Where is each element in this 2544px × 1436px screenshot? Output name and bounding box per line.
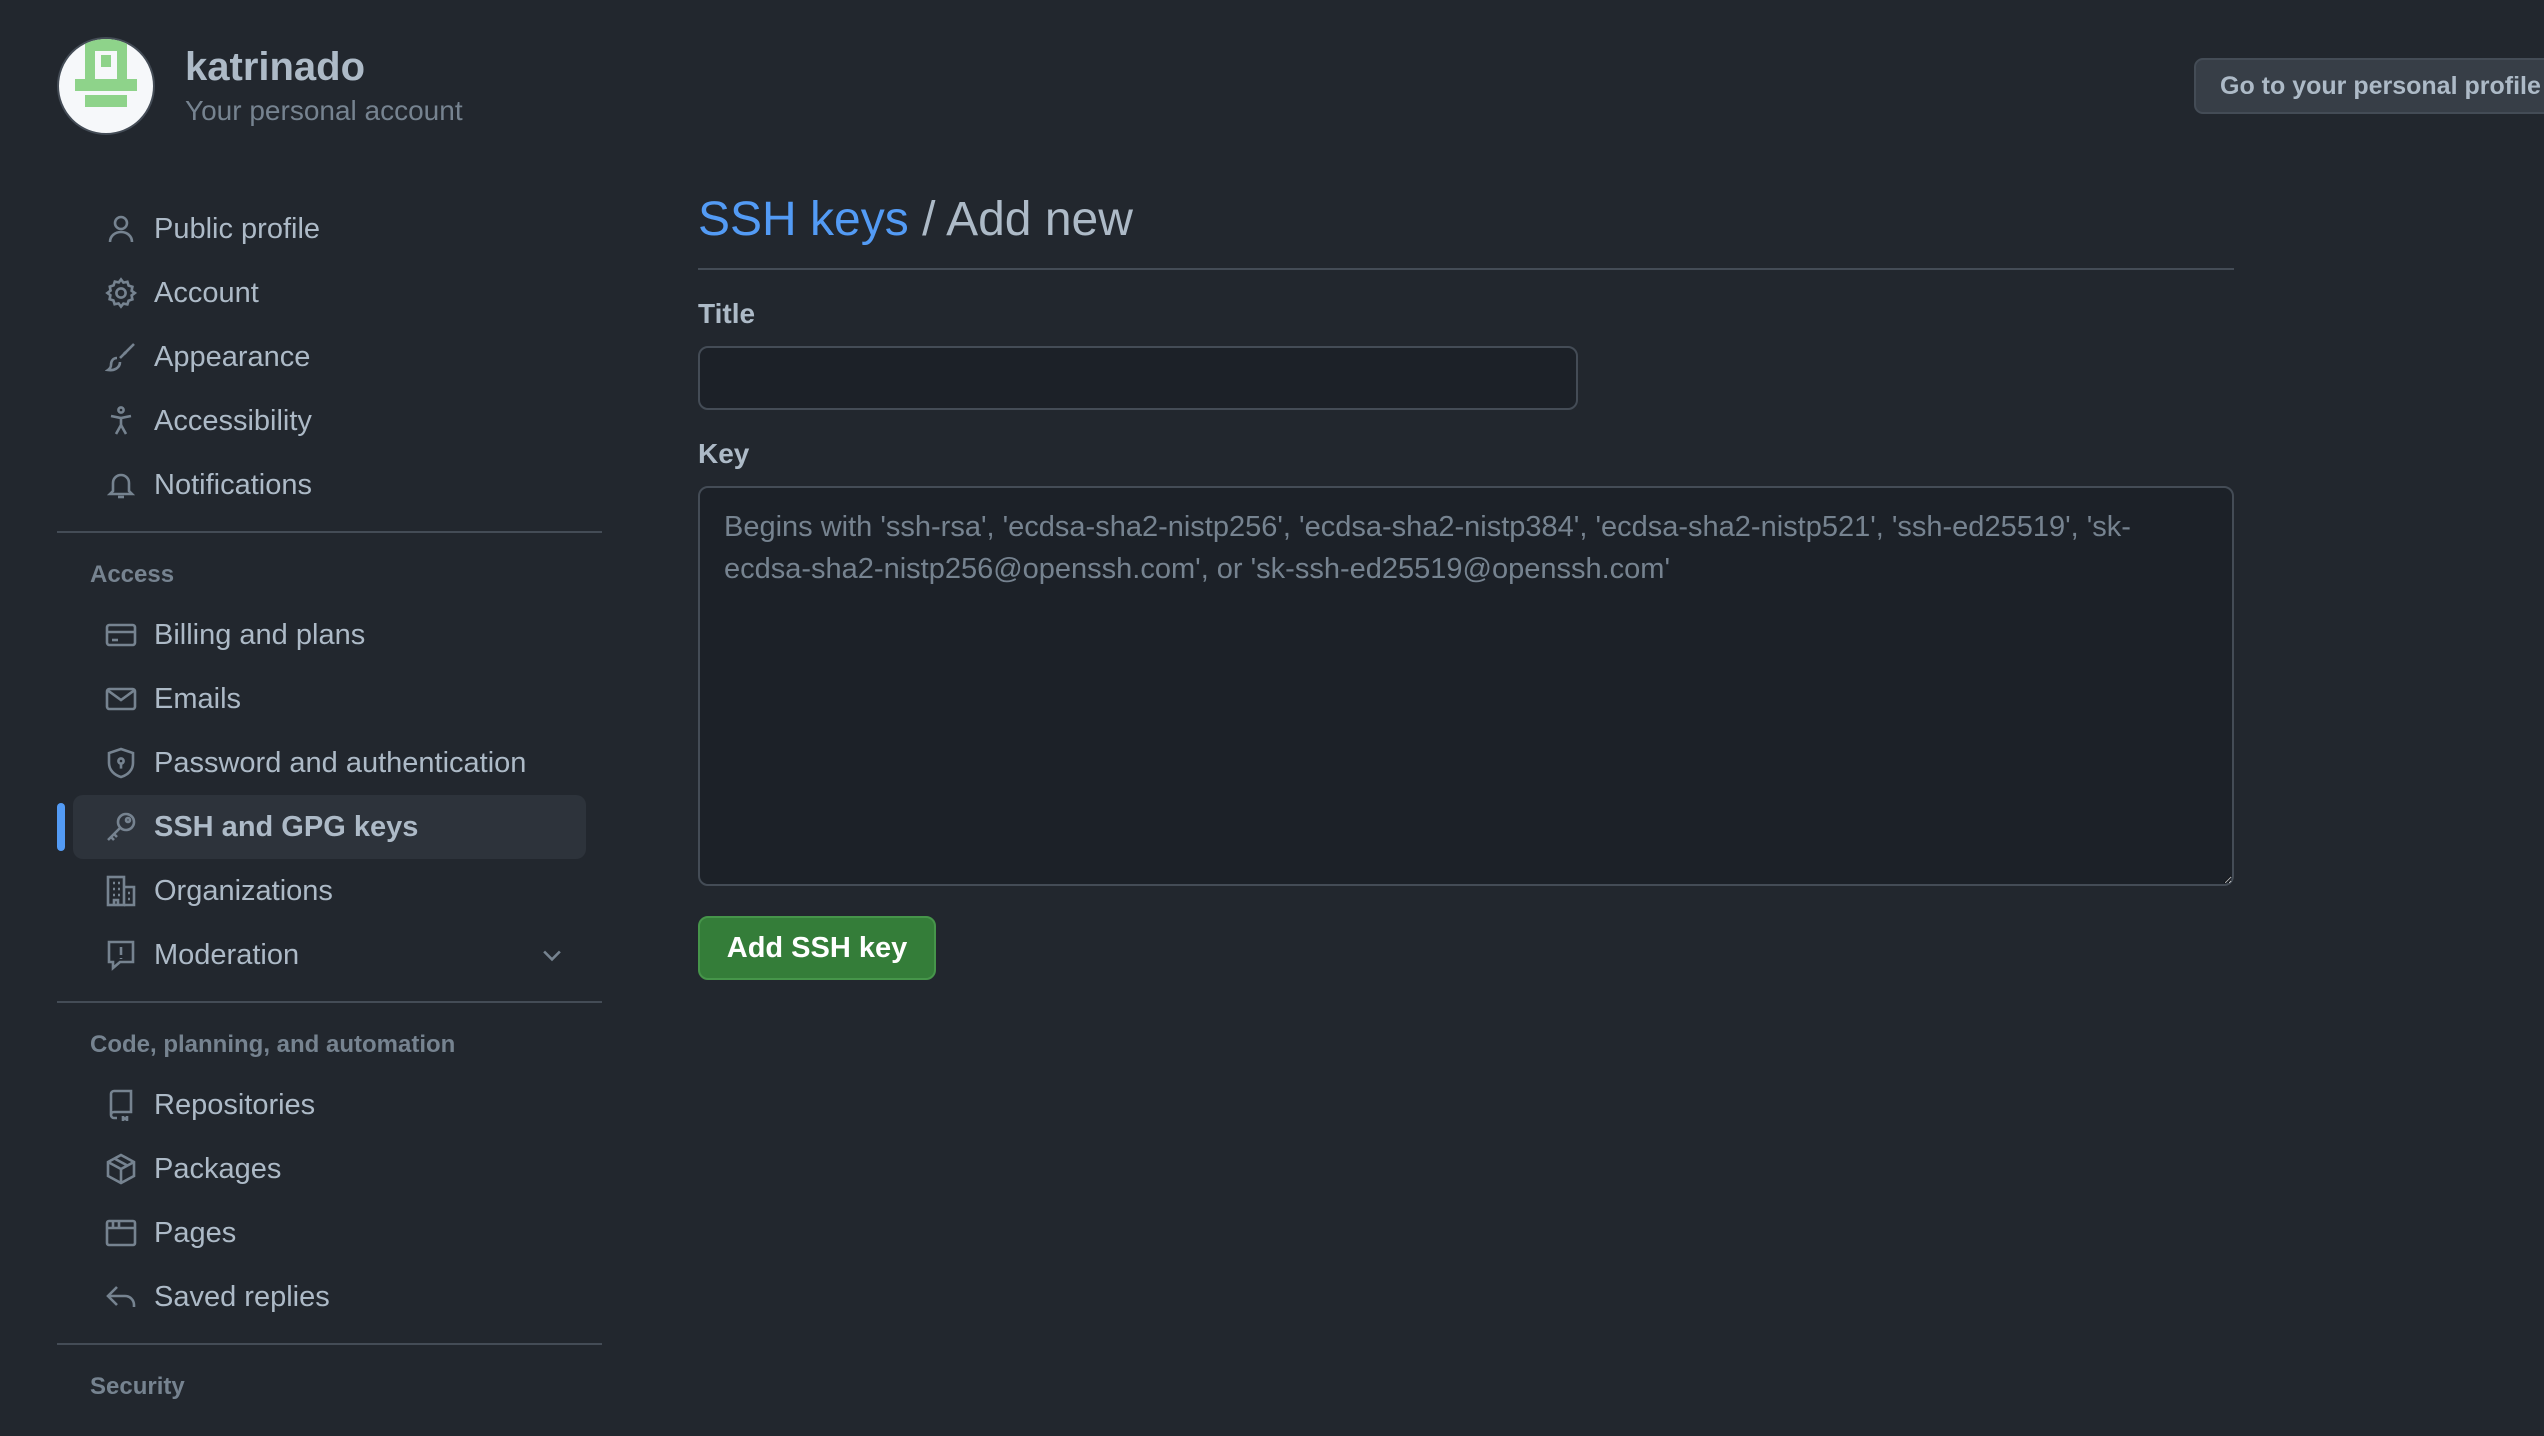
account-name[interactable]: katrinado [185, 43, 463, 91]
sidebar-divider [57, 1001, 602, 1003]
sidebar-item-repositories[interactable]: Repositories [73, 1073, 586, 1137]
sidebar-item-label: Billing and plans [154, 618, 366, 651]
repo-icon [105, 1089, 137, 1121]
sidebar-item-pages[interactable]: Pages [73, 1201, 586, 1265]
sidebar-item-account[interactable]: Account [73, 261, 586, 325]
sidebar-item-notifications[interactable]: Notifications [73, 453, 586, 517]
sidebar-item-saved-replies[interactable]: Saved replies [73, 1265, 586, 1329]
sidebar-item-label: Pages [154, 1216, 237, 1249]
go-to-profile-button[interactable]: Go to your personal profile [2194, 58, 2544, 114]
breadcrumb-ssh-keys-link[interactable]: SSH keys [698, 193, 909, 246]
sidebar-item-label: Appearance [154, 340, 311, 373]
sidebar-item-public-profile[interactable]: Public profile [73, 197, 586, 261]
accessibility-icon [105, 405, 137, 437]
sidebar-divider [57, 1343, 602, 1345]
person-icon [105, 213, 137, 245]
main-content: SSH keys / Add new Title Key Add SSH key [698, 186, 2234, 980]
sidebar-item-label: Organizations [154, 874, 333, 907]
sidebar-item-label: Saved replies [154, 1280, 330, 1313]
reply-icon [105, 1281, 137, 1313]
sidebar-item-label: Public profile [154, 212, 321, 245]
sidebar-item-label: Password and authentication [154, 746, 527, 779]
sidebar-item-billing[interactable]: Billing and plans [73, 603, 586, 667]
sidebar-heading-security: Security [90, 1373, 185, 1400]
sidebar-item-appearance[interactable]: Appearance [73, 325, 586, 389]
settings-sidebar: Public profile Account Appearance Access… [57, 197, 602, 1415]
sidebar-divider [57, 531, 602, 533]
gear-icon [105, 277, 137, 309]
key-label: Key [698, 438, 750, 469]
sidebar-heading-access: Access [90, 561, 175, 588]
chevron-down-icon[interactable] [538, 941, 566, 969]
package-icon [105, 1153, 137, 1185]
sidebar-item-label: SSH and GPG keys [154, 810, 419, 843]
title-label: Title [698, 298, 756, 329]
sidebar-item-password[interactable]: Password and authentication [73, 731, 586, 795]
add-ssh-key-button[interactable]: Add SSH key [698, 916, 936, 980]
key-textarea[interactable] [698, 486, 2234, 886]
sidebar-item-ssh-gpg-keys[interactable]: SSH and GPG keys [57, 795, 586, 859]
page-title-text: Add new [946, 193, 1133, 246]
mail-icon [105, 683, 137, 715]
sidebar-item-label: Accessibility [154, 404, 312, 437]
sidebar-item-label: Account [154, 276, 259, 309]
sidebar-item-organizations[interactable]: Organizations [73, 859, 586, 923]
page-title: SSH keys / Add new [698, 186, 2234, 270]
account-subtitle: Your personal account [185, 95, 463, 126]
key-icon [105, 811, 137, 843]
sidebar-item-label: Repositories [154, 1088, 316, 1121]
avatar[interactable] [57, 37, 155, 135]
sidebar-item-label: Emails [154, 682, 242, 715]
account-text: katrinado Your personal account [185, 43, 463, 129]
sidebar-item-label: Moderation [154, 938, 300, 971]
paintbrush-icon [105, 341, 137, 373]
bell-icon [105, 469, 137, 501]
account-header: katrinado Your personal account [57, 37, 463, 135]
report-icon [105, 939, 137, 971]
organization-icon [105, 875, 137, 907]
breadcrumb-separator: / [908, 193, 947, 246]
sidebar-item-label: Packages [154, 1152, 282, 1185]
sidebar-item-packages[interactable]: Packages [73, 1137, 586, 1201]
sidebar-item-moderation[interactable]: Moderation [73, 923, 586, 987]
sidebar-item-emails[interactable]: Emails [73, 667, 586, 731]
title-input[interactable] [698, 346, 1578, 410]
shield-lock-icon [105, 747, 137, 779]
sidebar-item-accessibility[interactable]: Accessibility [73, 389, 586, 453]
sidebar-item-label: Notifications [154, 468, 312, 501]
browser-icon [105, 1217, 137, 1249]
sidebar-heading-code: Code, planning, and automation [90, 1031, 456, 1058]
credit-card-icon [105, 619, 137, 651]
